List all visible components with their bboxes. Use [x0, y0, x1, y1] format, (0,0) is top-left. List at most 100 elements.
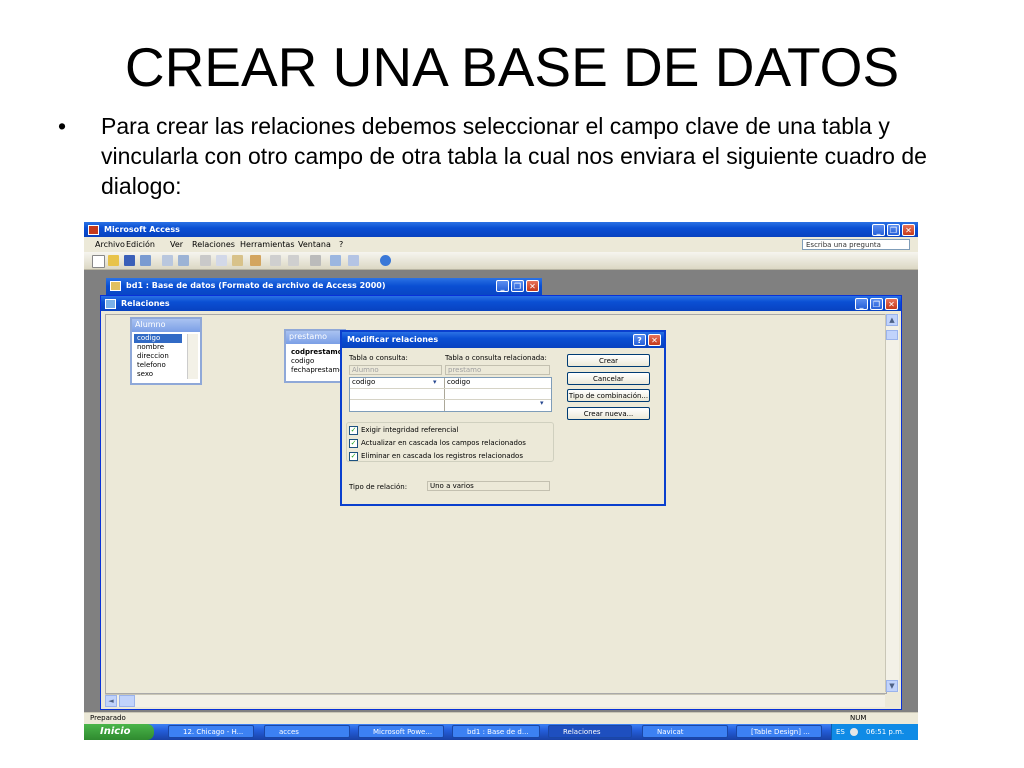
bullet-marker: •: [58, 113, 67, 139]
field-row[interactable]: fechaprestamo: [288, 366, 344, 375]
task-chicago[interactable]: 12. Chicago - H...: [168, 725, 254, 738]
rel-minimize-button[interactable]: _: [855, 298, 868, 310]
horizontal-scrollbar[interactable]: ◄: [105, 694, 885, 707]
field-row[interactable]: codigo: [288, 357, 344, 366]
menu-help[interactable]: ?: [339, 240, 343, 249]
new-file-icon[interactable]: [92, 255, 105, 268]
tray-icon[interactable]: [850, 728, 858, 736]
access-screenshot: Microsoft Access _ ❐ ✕ Archivo Edición V…: [84, 222, 918, 740]
new-object-icon[interactable]: [348, 255, 359, 266]
menu-ver[interactable]: Ver: [170, 240, 183, 249]
spelling-icon[interactable]: [178, 255, 189, 266]
clock: 06:51 p.m.: [866, 728, 905, 736]
menu-edicion[interactable]: Edición: [126, 240, 155, 249]
paste-icon[interactable]: [232, 255, 243, 266]
system-tray: ES 06:51 p.m.: [831, 724, 918, 740]
table-label: Tabla o consulta:: [349, 354, 408, 362]
field-row[interactable]: sexo: [134, 370, 182, 379]
checkmark-icon: ✓: [349, 438, 358, 448]
relation-type-label: Tipo de relación:: [349, 483, 408, 491]
scroll-down-icon[interactable]: ▼: [886, 680, 898, 692]
relation-type-value: Uno a varios: [427, 481, 550, 491]
create-new-button[interactable]: Crear nueva...: [567, 407, 650, 420]
save-icon[interactable]: [124, 255, 135, 266]
database-icon: [110, 281, 121, 291]
cut-icon[interactable]: [200, 255, 211, 266]
checkmark-icon: ✓: [349, 451, 358, 461]
alumno-table-title: Alumno: [132, 319, 200, 332]
field-row[interactable]: nombre: [134, 343, 182, 352]
copy-icon[interactable]: [216, 255, 227, 266]
db-minimize-button[interactable]: _: [496, 280, 509, 292]
slide-title: CREAR UNA BASE DE DATOS: [124, 36, 900, 98]
menu-herramientas[interactable]: Herramientas: [240, 240, 295, 249]
chevron-down-icon[interactable]: ▾: [433, 378, 437, 386]
start-button[interactable]: Inicio: [84, 724, 154, 740]
task-relaciones[interactable]: Relaciones: [548, 725, 632, 738]
prestamo-table[interactable]: prestamo codprestamo codigo fechaprestam…: [284, 329, 346, 383]
alumno-table[interactable]: Alumno codigo nombre direccion telefono …: [130, 317, 202, 385]
toolbar: [84, 252, 918, 270]
dialog-titlebar[interactable]: Modificar relaciones ? ✕: [342, 332, 664, 348]
relations-title: Relaciones: [121, 299, 170, 308]
status-text: Preparado: [90, 714, 126, 722]
cancel-button[interactable]: Cancelar: [567, 372, 650, 385]
field-row[interactable]: codprestamo: [288, 348, 344, 357]
left-field-cell[interactable]: codigo: [352, 378, 375, 386]
scroll-up-icon[interactable]: ▲: [886, 314, 898, 326]
relations-icon: [105, 299, 116, 309]
undo-icon[interactable]: [250, 255, 261, 266]
print-icon[interactable]: [140, 255, 151, 266]
rel-close-button[interactable]: ✕: [885, 298, 898, 310]
cascade-update-checkbox[interactable]: ✓ Actualizar en cascada los campos relaci…: [349, 438, 549, 448]
db-restore-button[interactable]: ❐: [511, 280, 524, 292]
grid-scroll-down-icon[interactable]: ▾: [540, 399, 544, 407]
close-button[interactable]: ✕: [902, 224, 915, 236]
menu-archivo[interactable]: Archivo: [95, 240, 125, 249]
task-navicat[interactable]: Navicat: [642, 725, 728, 738]
language-indicator[interactable]: ES: [836, 724, 845, 740]
related-table-select[interactable]: prestamo: [445, 365, 550, 375]
modify-relations-dialog: Modificar relaciones ? ✕ Tabla o consult…: [340, 330, 666, 506]
dialog-close-button[interactable]: ✕: [648, 334, 661, 346]
open-folder-icon[interactable]: [108, 255, 119, 266]
field-row[interactable]: direccion: [134, 352, 182, 361]
minimize-button[interactable]: _: [872, 224, 885, 236]
referential-integrity-checkbox[interactable]: ✓ Exigir integridad referencial: [349, 425, 549, 435]
field-row[interactable]: codigo: [134, 334, 182, 343]
help-icon[interactable]: [380, 255, 391, 266]
delete-icon[interactable]: [310, 255, 321, 266]
preview-icon[interactable]: [162, 255, 173, 266]
task-acces[interactable]: acces: [264, 725, 350, 738]
checkmark-icon: ✓: [349, 425, 358, 435]
vertical-scrollbar[interactable]: ▲ ▼: [885, 314, 899, 692]
dialog-help-button[interactable]: ?: [633, 334, 646, 346]
show-all-icon[interactable]: [288, 255, 299, 266]
restore-button[interactable]: ❐: [887, 224, 900, 236]
task-powerpoint[interactable]: Microsoft Powe...: [358, 725, 444, 738]
num-lock-indicator: NUM: [850, 714, 867, 722]
db-close-button[interactable]: ✕: [526, 280, 539, 292]
task-bd1[interactable]: bd1 : Base de d...: [452, 725, 540, 738]
app-title: Microsoft Access: [104, 225, 180, 234]
right-field-cell[interactable]: codigo: [447, 378, 470, 386]
scroll-thumb[interactable]: [886, 330, 898, 340]
rel-restore-button[interactable]: ❐: [870, 298, 883, 310]
field-row[interactable]: telefono: [134, 361, 182, 370]
cascade-delete-checkbox[interactable]: ✓ Eliminar en cascada los registros relac…: [349, 451, 549, 461]
show-table-icon[interactable]: [270, 255, 281, 266]
scroll-left-icon[interactable]: ◄: [105, 695, 117, 707]
bullet-text: Para crear las relaciones debemos selecc…: [101, 113, 927, 199]
help-search-input[interactable]: Escriba una pregunta: [802, 239, 910, 250]
hscroll-thumb[interactable]: [119, 695, 135, 707]
table-select[interactable]: Alumno: [349, 365, 442, 375]
relations-titlebar[interactable]: Relaciones _ ❐ ✕: [101, 296, 901, 311]
menu-relaciones[interactable]: Relaciones: [192, 240, 235, 249]
alumno-scrollbar[interactable]: [187, 334, 198, 379]
menu-ventana[interactable]: Ventana: [298, 240, 331, 249]
task-table-design[interactable]: [Table Design] ...: [736, 725, 822, 738]
fields-grid: codigo codigo ▾ ▾: [349, 377, 552, 412]
database-window-icon[interactable]: [330, 255, 341, 266]
join-type-button[interactable]: Tipo de combinación...: [567, 389, 650, 402]
create-button[interactable]: Crear: [567, 354, 650, 367]
